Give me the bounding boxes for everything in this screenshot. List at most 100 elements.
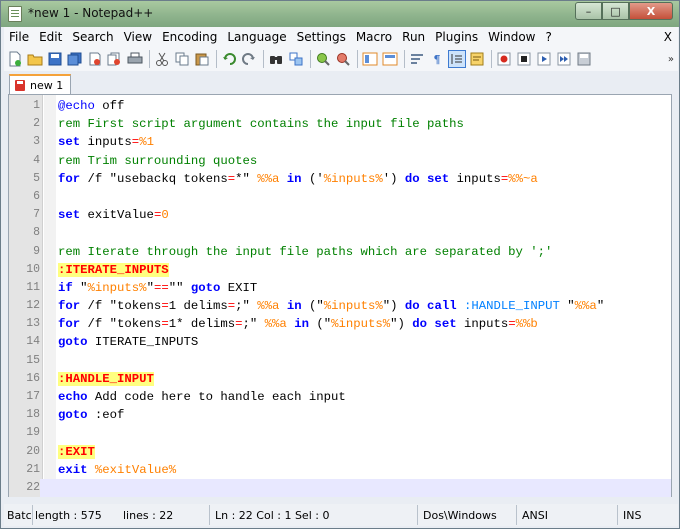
- line-code: rem Trim surrounding quotes: [58, 152, 257, 170]
- close-icon[interactable]: [86, 50, 104, 68]
- code-line[interactable]: 10:ITERATE_INPUTS: [9, 261, 671, 279]
- code-line[interactable]: 16 :HANDLE_INPUT: [9, 370, 671, 388]
- copy-icon[interactable]: [173, 50, 191, 68]
- code-line[interactable]: 11 if "%inputs%"=="" goto EXIT: [9, 279, 671, 297]
- print-icon[interactable]: [126, 50, 144, 68]
- code-line[interactable]: 22: [9, 478, 671, 498]
- code-line[interactable]: 7 set exitValue=0: [9, 206, 671, 224]
- open-file-icon[interactable]: [26, 50, 44, 68]
- keyword-token: do set: [404, 171, 450, 186]
- text-token: (": [308, 317, 332, 332]
- comment-token: rem Trim surrounding quotes: [58, 153, 258, 168]
- play-macro-icon[interactable]: [535, 50, 553, 68]
- menu-run[interactable]: Run: [397, 30, 430, 44]
- code-line[interactable]: 13 for /f "tokens=1* delims=;" %%a in ("%…: [9, 315, 671, 333]
- code-line[interactable]: 20:EXIT: [9, 443, 671, 461]
- save-all-icon[interactable]: [66, 50, 84, 68]
- variable-token: %%a: [264, 317, 287, 332]
- text-token: "): [382, 299, 405, 314]
- menu-file[interactable]: File: [4, 30, 34, 44]
- minimize-button[interactable]: –: [575, 2, 602, 20]
- menu-window[interactable]: Window: [483, 30, 540, 44]
- paste-icon[interactable]: [193, 50, 211, 68]
- menu-settings[interactable]: Settings: [292, 30, 351, 44]
- menu-view[interactable]: View: [119, 30, 157, 44]
- keyword-token: goto: [58, 335, 88, 350]
- maximize-button[interactable]: □: [602, 2, 629, 20]
- code-line[interactable]: 4 rem Trim surrounding quotes: [9, 152, 671, 170]
- label-token: :HANDLE_INPUT: [58, 371, 154, 386]
- zoom-out-icon[interactable]: [334, 50, 352, 68]
- code-line[interactable]: 17 echo Add code here to handle each inpu…: [9, 388, 671, 406]
- code-line[interactable]: 8: [9, 224, 671, 242]
- status-insert-mode: INS: [623, 508, 642, 522]
- label-token: :EXIT: [58, 444, 95, 459]
- code-line[interactable]: 3 set inputs=%1: [9, 133, 671, 151]
- word-wrap-icon[interactable]: [408, 50, 426, 68]
- line-number: 17: [26, 390, 40, 403]
- menu-edit[interactable]: Edit: [34, 30, 67, 44]
- title-bar[interactable]: *new 1 - Notepad++ – □ X: [1, 1, 679, 27]
- menu-macro[interactable]: Macro: [351, 30, 397, 44]
- menu-encoding[interactable]: Encoding: [157, 30, 222, 44]
- editor-area[interactable]: 1 @echo off 2 rem First script argument con…: [8, 94, 672, 498]
- line-number: 3: [33, 135, 40, 149]
- text-token: (': [301, 171, 324, 186]
- line-number: 16: [26, 371, 40, 385]
- status-encoding: ANSI: [517, 505, 618, 525]
- code-line[interactable]: 5 for /f "usebackq tokens=*" %%a in ('%in…: [9, 170, 671, 188]
- close-all-icon[interactable]: [106, 50, 124, 68]
- keyword-token: do call: [404, 299, 457, 314]
- text-token: /f "tokens: [80, 299, 162, 314]
- line-number: 4: [33, 153, 40, 167]
- sync-vertical-icon[interactable]: [361, 50, 379, 68]
- run-macro-multiple-icon[interactable]: [555, 50, 573, 68]
- indent-guide-icon[interactable]: [448, 50, 466, 68]
- menu-language[interactable]: Language: [222, 30, 291, 44]
- stop-macro-icon[interactable]: [515, 50, 533, 68]
- notepad-app-icon[interactable]: [8, 6, 22, 22]
- save-macro-icon[interactable]: [575, 50, 593, 68]
- line-number: 15: [26, 353, 40, 367]
- code-line[interactable]: 15: [9, 352, 671, 370]
- sync-horizontal-icon[interactable]: [381, 50, 399, 68]
- toolbar-overflow-button[interactable]: »: [668, 54, 674, 65]
- code-line[interactable]: 6: [9, 188, 671, 206]
- code-line[interactable]: 12 for /f "tokens=1 delims=;" %%a in ("%i…: [9, 297, 671, 315]
- redo-icon[interactable]: [240, 50, 258, 68]
- code-line[interactable]: 21 exit %exitValue%: [9, 461, 671, 479]
- close-button[interactable]: X: [629, 2, 673, 20]
- code-lines[interactable]: 1 @echo off 2 rem First script argument con…: [9, 97, 671, 498]
- replace-icon[interactable]: [287, 50, 305, 68]
- text-token: ": [559, 299, 575, 314]
- label-token: :ITERATE_INPUTS: [58, 262, 169, 277]
- code-line[interactable]: 1 @echo off: [9, 97, 671, 115]
- save-icon[interactable]: [46, 50, 64, 68]
- user-language-icon[interactable]: [468, 50, 486, 68]
- close-document-button[interactable]: X: [659, 30, 678, 44]
- code-line[interactable]: 14 goto ITERATE_INPUTS: [9, 333, 671, 351]
- toolbar-separator: [149, 50, 150, 68]
- menu-search[interactable]: Search: [67, 30, 118, 44]
- new-file-icon[interactable]: [6, 50, 24, 68]
- caption-buttons: – □ X: [575, 2, 673, 21]
- zoom-in-icon[interactable]: [314, 50, 332, 68]
- cut-icon[interactable]: [153, 50, 171, 68]
- code-line[interactable]: 18 goto :eof: [9, 406, 671, 424]
- menu-help[interactable]: ?: [540, 30, 556, 44]
- find-icon[interactable]: [267, 50, 285, 68]
- code-line[interactable]: 9 rem Iterate through the input file path…: [9, 243, 671, 261]
- show-all-chars-icon[interactable]: ¶: [428, 50, 446, 68]
- record-macro-icon[interactable]: [495, 50, 513, 68]
- tab-new-1[interactable]: new 1: [9, 74, 71, 94]
- line-number: 8: [33, 226, 40, 240]
- status-position: Ln : 22 Col : 1 Sel : 0: [210, 505, 418, 525]
- undo-icon[interactable]: [220, 50, 238, 68]
- keyword-token: goto: [190, 280, 221, 295]
- menu-plugins[interactable]: Plugins: [430, 30, 483, 44]
- code-line[interactable]: 2 rem First script argument contains the …: [9, 115, 671, 133]
- keyword-token: set: [58, 208, 81, 223]
- code-line[interactable]: 19: [9, 424, 671, 442]
- text-token: *": [235, 171, 258, 186]
